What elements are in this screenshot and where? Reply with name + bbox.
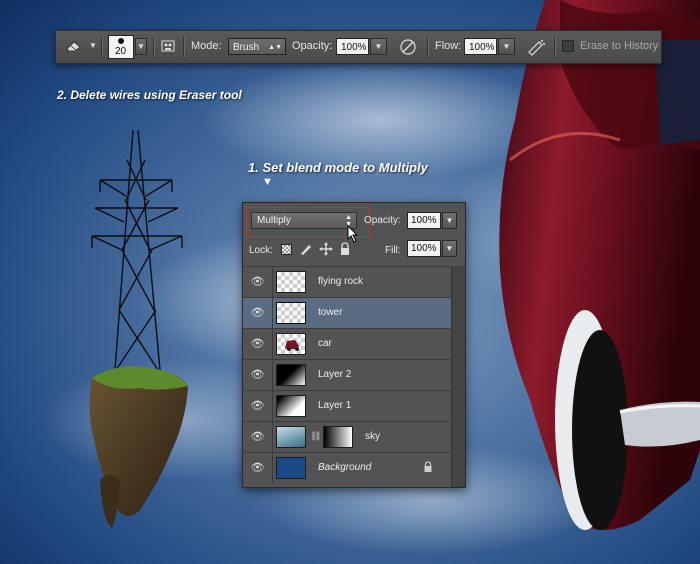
layer-opacity-input[interactable]: 100% (407, 212, 441, 229)
tool-preset-chevron-icon[interactable]: ▼ (89, 41, 97, 50)
opacity-value: 100% (341, 42, 367, 53)
visibility-eye-icon[interactable]: 👁 (243, 267, 273, 297)
visibility-eye-icon[interactable]: 👁 (243, 453, 273, 483)
erase-to-history-checkbox[interactable] (562, 40, 574, 52)
layer-mask-thumbnail[interactable] (323, 426, 353, 448)
step2-annotation: 2. Delete wires using Eraser tool (57, 88, 242, 102)
layer-thumbnail (276, 426, 306, 448)
mode-value: Brush (233, 42, 260, 53)
layer-opacity-dropdown[interactable]: ▼ (442, 212, 457, 229)
opacity-input[interactable]: 100% (336, 38, 369, 55)
visibility-eye-icon[interactable]: 👁 (243, 422, 273, 452)
fill-label: Fill: (385, 245, 401, 256)
layer-thumbnail (276, 333, 306, 355)
lock-all-icon[interactable] (339, 242, 351, 259)
layer-row-car[interactable]: 👁 car (243, 328, 451, 359)
layer-thumbnail (276, 271, 306, 293)
brush-panel-icon[interactable] (160, 38, 176, 54)
layer-row-background[interactable]: 👁 Background (243, 452, 451, 483)
layers-scrollbar[interactable] (451, 266, 465, 487)
blend-mode-select[interactable]: Multiply ▲ ▼ (246, 207, 370, 238)
layer-name: Background (318, 462, 372, 473)
brush-dot-icon (118, 38, 124, 44)
layer-row-sky[interactable]: 👁 ⛓ sky (243, 421, 451, 452)
layer-thumbnail (276, 302, 306, 324)
layer-thumbnail (276, 364, 306, 386)
opacity-label: Opacity: (292, 40, 333, 52)
fill-dropdown[interactable]: ▼ (442, 240, 457, 257)
visibility-eye-icon[interactable]: 👁 (243, 298, 273, 328)
layer-thumbnail (276, 395, 306, 417)
pressure-opacity-icon[interactable] (398, 37, 418, 57)
flow-input[interactable]: 100% (464, 38, 497, 55)
layer-name: sky (365, 431, 380, 442)
airbrush-icon[interactable] (526, 37, 546, 57)
layer-opacity-value: 100% (411, 215, 437, 226)
layer-name: Layer 2 (318, 369, 352, 380)
erase-to-history-label: Erase to History (580, 40, 659, 52)
flow-dropdown[interactable]: ▼ (498, 38, 515, 55)
lock-label: Lock: (249, 245, 273, 256)
arrow-down-icon: ▼ (262, 176, 273, 188)
lock-transparent-icon[interactable] (281, 244, 292, 255)
brush-size-value: 20 (115, 46, 127, 57)
step1-annotation: 1. Set blend mode to Multiply (248, 160, 428, 175)
mode-label: Mode: (191, 40, 222, 52)
layer-opacity-label: Opacity: (364, 215, 401, 226)
mode-select[interactable]: Brush ▲▼ (228, 38, 286, 55)
layers-list: 👁 flying rock 👁 tower 👁 car 👁 Layer 2 👁 … (243, 266, 451, 487)
layer-row-flying-rock[interactable]: 👁 flying rock (243, 266, 451, 297)
layer-row-layer-2[interactable]: 👁 Layer 2 (243, 359, 451, 390)
brush-size-preview[interactable]: 20 (108, 35, 134, 59)
layer-row-tower[interactable]: 👁 tower (243, 297, 451, 328)
fill-value: 100% (411, 243, 437, 254)
lock-icon (423, 461, 433, 476)
layer-name: Layer 1 (318, 400, 352, 411)
visibility-eye-icon[interactable]: 👁 (243, 360, 273, 390)
flow-label: Flow: (435, 40, 462, 52)
eraser-tool-icon[interactable] (65, 39, 83, 53)
visibility-eye-icon[interactable]: 👁 (243, 329, 273, 359)
opacity-dropdown[interactable]: ▼ (370, 38, 387, 55)
mask-link-icon[interactable]: ⛓ (310, 431, 321, 442)
layer-name: tower (318, 307, 343, 318)
layer-name: car (318, 338, 332, 349)
brush-preset-dropdown[interactable]: ▼ (135, 38, 147, 55)
layers-panel: Multiply ▲ ▼ Opacity: 100% ▼ Lock: Fill: … (242, 202, 466, 488)
lock-position-move-icon[interactable] (319, 242, 333, 259)
layer-row-layer-1[interactable]: 👁 Layer 1 (243, 390, 451, 421)
eraser-options-bar: ▼ 20 ▼ Mode: Brush ▲▼ Opacity: 100% ▼ Fl… (55, 30, 662, 64)
fill-input[interactable]: 100% (407, 240, 441, 257)
mode-chevron-icon: ▲▼ (268, 44, 282, 51)
lock-image-brush-icon[interactable] (299, 242, 313, 259)
layer-name: flying rock (318, 276, 364, 287)
layer-thumbnail (276, 457, 306, 479)
flow-value: 100% (469, 42, 495, 53)
visibility-eye-icon[interactable]: 👁 (243, 391, 273, 421)
